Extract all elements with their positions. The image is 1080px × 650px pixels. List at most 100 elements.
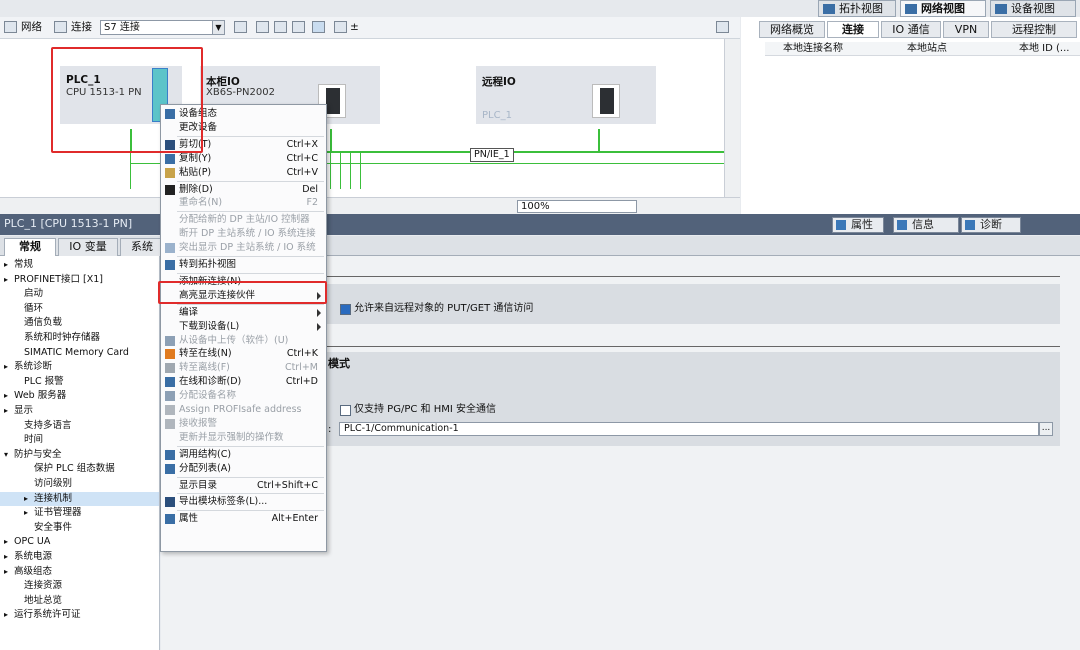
column-local-connection-name[interactable]: 本地连接名称 bbox=[783, 42, 843, 56]
tree-item[interactable]: ▸ 运行系统许可证 bbox=[0, 608, 159, 622]
profinet-subnet-label[interactable]: PN/IE_1 bbox=[470, 148, 514, 162]
expand-arrow-icon[interactable]: ▾ bbox=[4, 448, 14, 462]
tree-item[interactable]: 安全事件 bbox=[0, 521, 159, 535]
connect-icon[interactable] bbox=[54, 21, 67, 33]
connection-name-field[interactable]: PLC-1/Communication-1 bbox=[339, 422, 1039, 436]
tree-item[interactable]: ▸ 高级组态 bbox=[0, 565, 159, 579]
tab-io-tags[interactable]: IO 变量 bbox=[58, 238, 118, 256]
connection-type-select[interactable]: S7 连接 ▼ bbox=[100, 20, 225, 35]
diagnostics-icon bbox=[965, 220, 975, 230]
tree-item[interactable]: ▸ 系统诊断 bbox=[0, 360, 159, 374]
expand-arrow-icon[interactable]: ▸ bbox=[4, 404, 14, 418]
menu-item[interactable]: 复制(Y) Ctrl+C bbox=[161, 152, 326, 166]
grid-icon[interactable] bbox=[292, 21, 305, 33]
tree-item[interactable]: 地址总览 bbox=[0, 594, 159, 608]
submenu-arrow-icon bbox=[317, 308, 321, 317]
tab-general[interactable]: 常规 bbox=[4, 238, 56, 256]
vertical-scrollbar[interactable] bbox=[724, 39, 740, 197]
tab-io-communication[interactable]: IO 通信 bbox=[881, 21, 941, 38]
tree-item-label: 地址总览 bbox=[24, 594, 63, 606]
overview-icon[interactable] bbox=[716, 21, 729, 33]
menu-item[interactable]: 调用结构(C) bbox=[161, 448, 326, 462]
menu-item[interactable]: 删除(D) Del bbox=[161, 183, 326, 197]
tree-item[interactable]: ▸ 证书管理器 bbox=[0, 506, 159, 520]
menu-item[interactable]: 转至在线(N) Ctrl+K bbox=[161, 347, 326, 361]
device-remote-io[interactable]: 远程IO PLC_1 bbox=[476, 66, 656, 124]
expand-arrow-icon[interactable]: ▸ bbox=[4, 258, 14, 272]
tab-remote-control[interactable]: 远程控制 bbox=[991, 21, 1077, 38]
tab-system[interactable]: 系统 bbox=[120, 238, 164, 256]
expand-arrow-icon[interactable]: ▸ bbox=[24, 492, 34, 506]
profinet-drop-line bbox=[330, 153, 331, 189]
expand-arrow-icon[interactable]: ▸ bbox=[4, 360, 14, 374]
tree-item[interactable]: 启动 bbox=[0, 287, 159, 301]
copy-icon bbox=[165, 153, 175, 164]
browse-button[interactable]: ... bbox=[1039, 422, 1053, 436]
tree-item-label: 连接机制 bbox=[34, 492, 73, 504]
tree-item-label: 时间 bbox=[24, 434, 44, 446]
network-icon[interactable] bbox=[4, 21, 17, 33]
connect-button[interactable]: 连接 bbox=[71, 20, 92, 35]
tree-item[interactable]: 支持多语言 bbox=[0, 419, 159, 433]
tree-item[interactable]: ▸ 连接机制 bbox=[0, 491, 159, 506]
tree-item[interactable]: 访问级别 bbox=[0, 477, 159, 491]
tab-info[interactable]: 信息 bbox=[893, 217, 959, 233]
menu-item-label: 属性 bbox=[179, 513, 199, 525]
menu-item[interactable]: 属性 Alt+Enter bbox=[161, 512, 326, 526]
menu-item[interactable]: 导出模块标签条(L)... bbox=[161, 495, 326, 509]
horizontal-scrollbar[interactable]: 100% bbox=[0, 197, 740, 214]
table-icon[interactable] bbox=[312, 21, 325, 33]
menu-item[interactable]: 粘贴(P) Ctrl+V bbox=[161, 166, 326, 180]
tree-item[interactable]: ▸ OPC UA bbox=[0, 535, 159, 549]
highlight-icon[interactable] bbox=[234, 21, 247, 33]
topology-view-button[interactable]: 拓扑视图 bbox=[818, 0, 896, 17]
network-view-button[interactable]: 网络视图 bbox=[900, 0, 986, 17]
tree-item[interactable]: SIMATIC Memory Card bbox=[0, 346, 159, 360]
tree-item[interactable]: ▸ Web 服务器 bbox=[0, 389, 159, 403]
expand-arrow-icon[interactable]: ▸ bbox=[4, 535, 14, 549]
menu-item[interactable]: 分配列表(A) bbox=[161, 462, 326, 476]
menu-item[interactable]: 转到拓扑视图 bbox=[161, 258, 326, 272]
tab-network-overview[interactable]: 网络概览 bbox=[759, 21, 825, 38]
tree-item[interactable]: 保护 PLC 组态数据 bbox=[0, 462, 159, 476]
tree-item-label: 系统和时钟存储器 bbox=[24, 332, 101, 343]
expand-arrow-icon[interactable]: ▸ bbox=[4, 273, 14, 287]
tree-item[interactable]: ▸ PROFINET接口 [X1] bbox=[0, 273, 159, 287]
menu-item[interactable]: 下载到设备(L) bbox=[161, 320, 326, 334]
tree-item[interactable]: ▾ 防护与安全 bbox=[0, 448, 159, 462]
expand-arrow-icon[interactable]: ▸ bbox=[4, 550, 14, 564]
layout-icon[interactable] bbox=[256, 21, 269, 33]
tree-item[interactable]: ▸ 显示 bbox=[0, 404, 159, 418]
tab-vpn[interactable]: VPN bbox=[943, 21, 989, 38]
expand-arrow-icon[interactable]: ▸ bbox=[4, 565, 14, 579]
expand-arrow-icon[interactable]: ▸ bbox=[4, 608, 14, 622]
page-icon[interactable] bbox=[274, 21, 287, 33]
online-icon bbox=[165, 349, 175, 360]
tree-item[interactable]: 循环 bbox=[0, 302, 159, 316]
expand-arrow-icon[interactable]: ▸ bbox=[24, 506, 34, 520]
menu-item-shortcut: Ctrl+D bbox=[285, 376, 318, 388]
zoom-in-icon[interactable] bbox=[334, 21, 347, 33]
putget-checkbox[interactable] bbox=[340, 304, 351, 315]
menu-item[interactable]: 在线和诊断(D) Ctrl+D bbox=[161, 375, 326, 389]
network-button[interactable]: 网络 bbox=[21, 20, 42, 35]
tree-item[interactable]: 系统和时钟存储器 bbox=[0, 331, 159, 345]
column-local-station[interactable]: 本地站点 bbox=[907, 42, 947, 56]
tab-diagnostics[interactable]: 诊断 bbox=[961, 217, 1021, 233]
tree-item[interactable]: ▸ 系统电源 bbox=[0, 550, 159, 564]
zoom-select[interactable]: 100% bbox=[517, 200, 637, 213]
zoom-toggle-icon[interactable]: ± bbox=[350, 20, 359, 35]
pgpc-checkbox[interactable] bbox=[340, 405, 351, 416]
menu-item[interactable]: 编译 bbox=[161, 306, 326, 320]
tree-item[interactable]: 通信负载 bbox=[0, 316, 159, 330]
column-local-id[interactable]: 本地 ID (... bbox=[1019, 42, 1069, 56]
tab-properties[interactable]: 属性 bbox=[832, 217, 884, 233]
expand-arrow-icon[interactable]: ▸ bbox=[4, 389, 14, 403]
tree-item[interactable]: 连接资源 bbox=[0, 579, 159, 593]
tab-connections[interactable]: 连接 bbox=[827, 21, 879, 38]
menu-item[interactable]: 显示目录 Ctrl+Shift+C bbox=[161, 479, 326, 493]
tree-item[interactable]: ▸ 常规 bbox=[0, 258, 159, 272]
device-view-button[interactable]: 设备视图 bbox=[990, 0, 1076, 17]
tree-item[interactable]: PLC 报警 bbox=[0, 375, 159, 389]
tree-item[interactable]: 时间 bbox=[0, 433, 159, 447]
